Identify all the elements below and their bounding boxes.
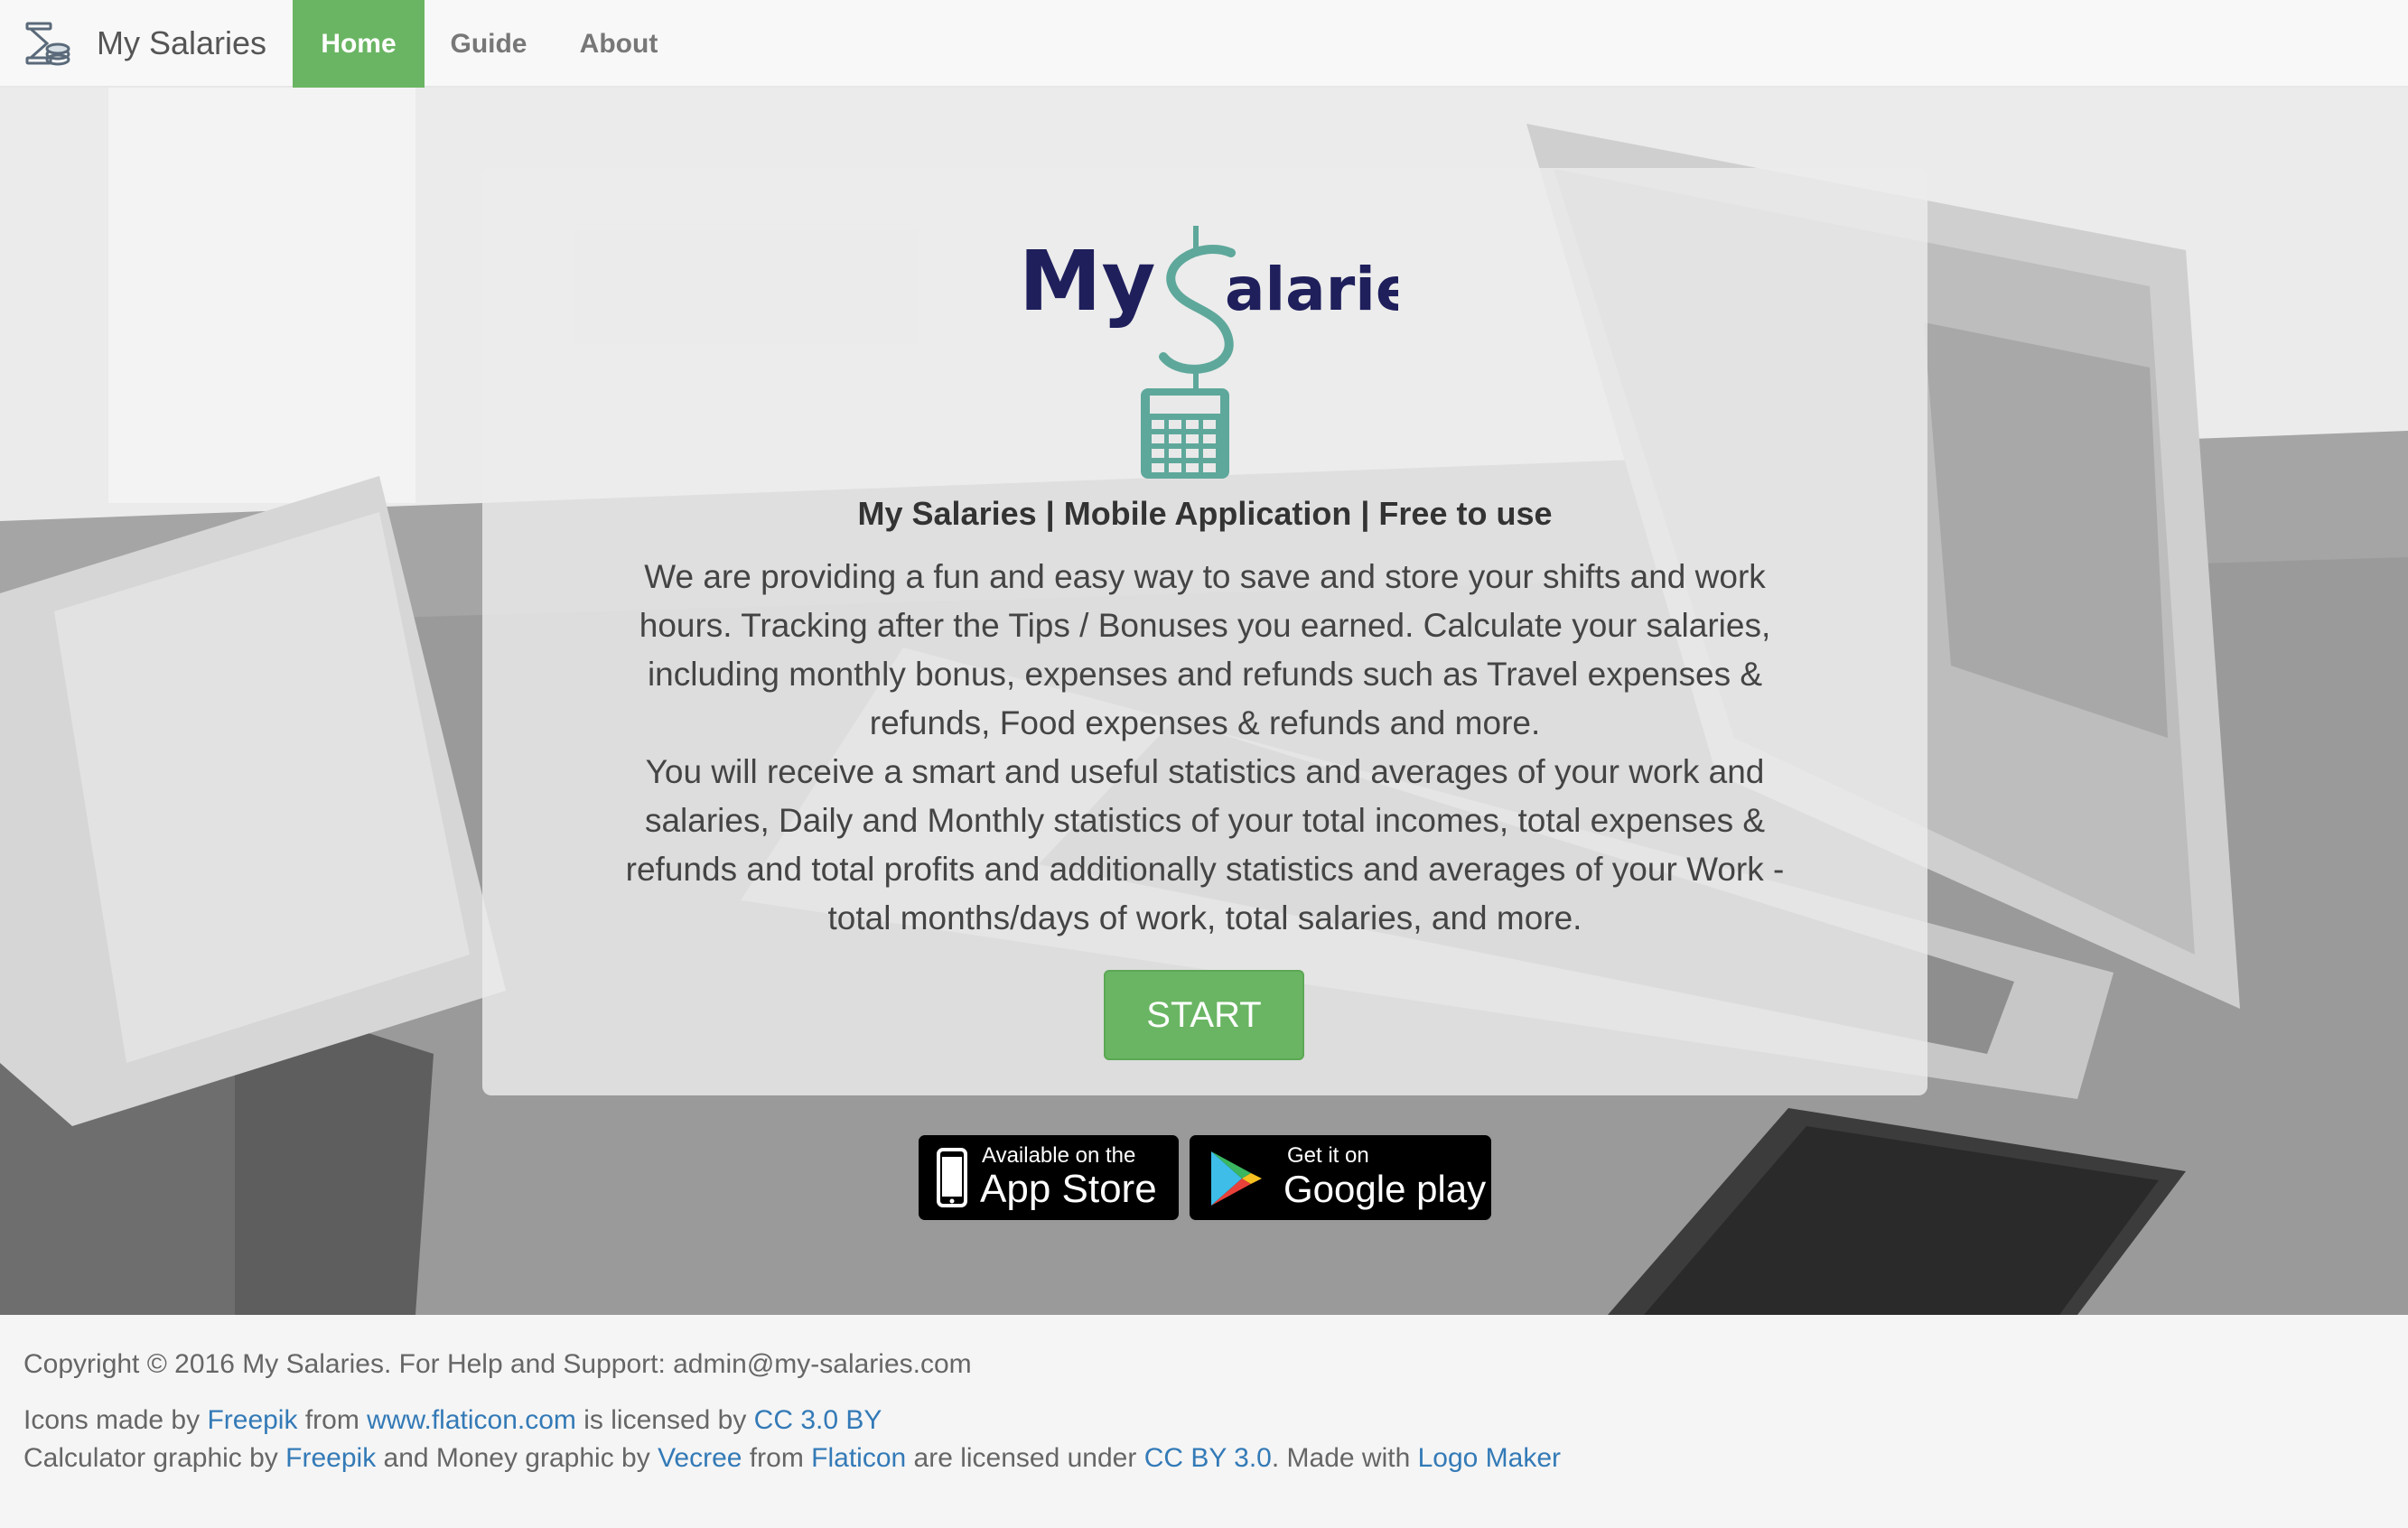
navbar: My Salaries Home Guide About (0, 0, 2408, 88)
app-store-small-text: Available on the (982, 1143, 1136, 1168)
credits-line-2: Calculator graphic by Freepik and Money … (23, 1443, 1562, 1473)
tagline: My Salaries | Mobile Application | Free … (857, 495, 1553, 532)
description: We are providing a fun and easy way to s… (596, 553, 1814, 943)
footer: Copyright © 2016 My Salaries. For Help a… (0, 1315, 2408, 1528)
start-button[interactable]: START (1104, 970, 1304, 1060)
app-store-big-text: App Store (980, 1167, 1157, 1211)
flaticon-site-link[interactable]: www.flaticon.com (367, 1405, 576, 1435)
credits-line-1: Icons made by Freepik from www.flaticon.… (23, 1405, 882, 1435)
nav-home[interactable]: Home (293, 0, 425, 88)
logo-maker-link[interactable]: Logo Maker (1418, 1443, 1561, 1473)
svg-text:alaries: alaries (1225, 255, 1398, 324)
nav-about[interactable]: About (560, 0, 677, 88)
app-store-badge[interactable]: Available on the App Store (916, 1132, 1181, 1223)
description-paragraph-2: You will receive a smart and useful stat… (625, 753, 1785, 936)
freepik-link-2[interactable]: Freepik (285, 1443, 376, 1473)
description-paragraph-1: We are providing a fun and easy way to s… (639, 558, 1771, 741)
google-play-badge[interactable]: Get it on Google play (1187, 1132, 1494, 1223)
play-triangle-icon (1211, 1151, 1262, 1206)
svg-text:My: My (1019, 233, 1156, 330)
google-play-big-text: Google play (1283, 1168, 1487, 1210)
vecree-link[interactable]: Vecree (658, 1443, 742, 1473)
google-play-small-text: Get it on (1287, 1143, 1369, 1168)
my-salaries-logo: My alaries (1019, 226, 1398, 479)
nav-guide[interactable]: Guide (432, 0, 546, 88)
cc-by-link[interactable]: CC BY 3.0 (1144, 1443, 1272, 1473)
cc-license-link[interactable]: CC 3.0 BY (754, 1405, 882, 1435)
flaticon-link[interactable]: Flaticon (811, 1443, 906, 1473)
money-stack-icon[interactable] (23, 20, 70, 70)
copyright-text: Copyright © 2016 My Salaries. For Help a… (23, 1349, 972, 1379)
freepik-link[interactable]: Freepik (207, 1405, 297, 1435)
brand-link[interactable]: My Salaries (97, 23, 266, 63)
phone-icon (937, 1148, 967, 1207)
